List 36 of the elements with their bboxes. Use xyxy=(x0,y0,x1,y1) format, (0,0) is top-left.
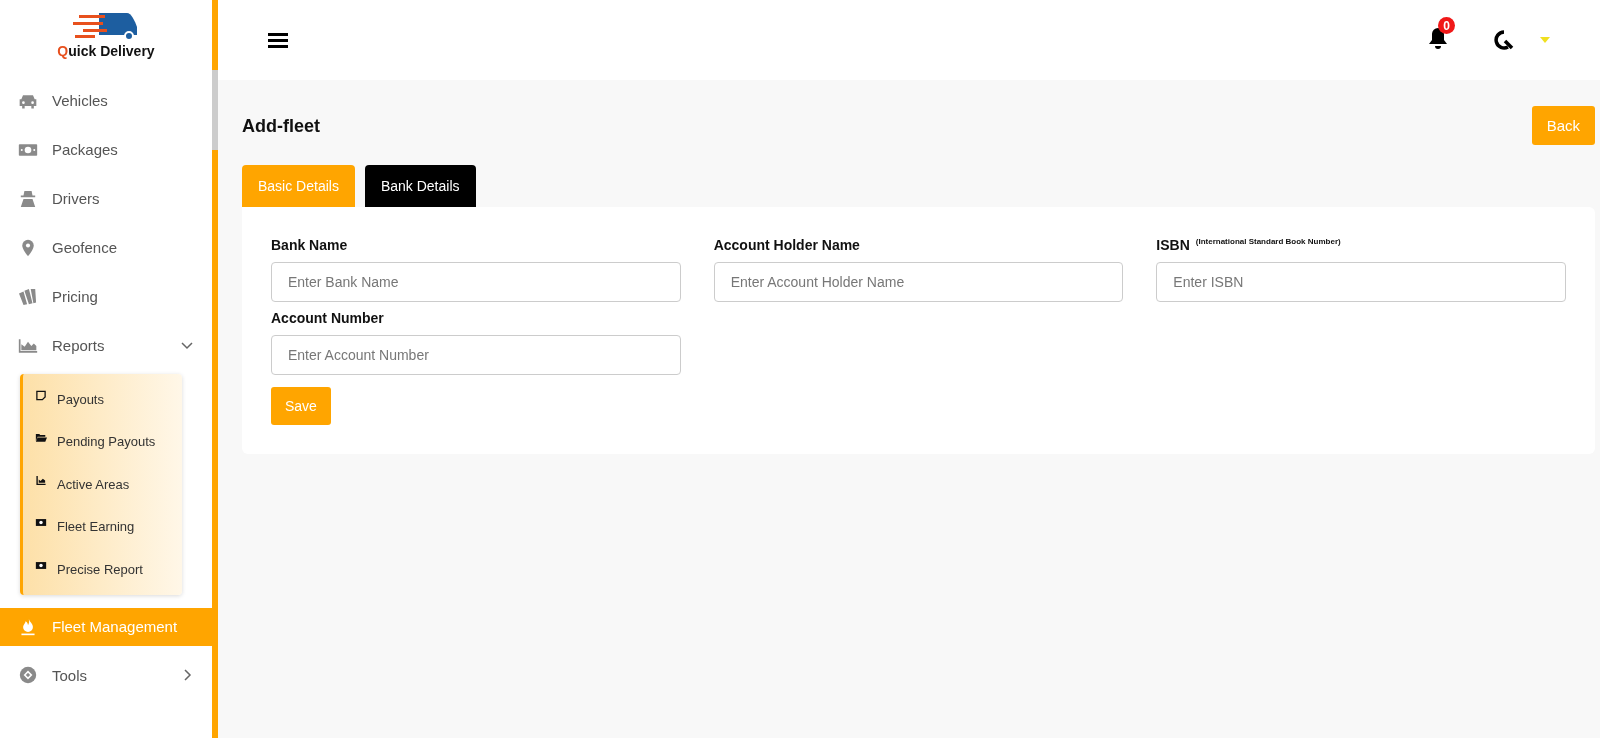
submenu-item[interactable]: Payouts xyxy=(23,378,182,421)
input-field[interactable]: Enter Bank Name xyxy=(271,262,681,302)
field-label: ISBN xyxy=(1156,237,1190,253)
field-note: (International Standard Book Number) xyxy=(1195,237,1341,246)
note-icon xyxy=(35,389,47,401)
tab[interactable]: Bank Details xyxy=(364,165,476,207)
sidebar-item[interactable]: Geofence xyxy=(0,223,212,272)
menu-icon[interactable] xyxy=(268,32,288,48)
money-icon xyxy=(35,517,47,529)
money-icon xyxy=(35,559,47,571)
tools-icon xyxy=(18,666,38,684)
scrollbar-thumb[interactable] xyxy=(212,70,218,150)
sidebar-item[interactable]: Tools xyxy=(0,650,212,700)
flame-icon xyxy=(18,617,38,636)
sidebar-item[interactable]: Packages xyxy=(0,125,212,174)
avatar-icon[interactable] xyxy=(1494,30,1514,50)
sidebar-item[interactable]: Vehicles xyxy=(0,76,212,125)
brand-name: Quick Delivery xyxy=(57,43,155,59)
submenu-item[interactable]: Precise Report xyxy=(23,548,182,591)
page-title: Add-fleet xyxy=(242,116,320,137)
field-label: Bank Name xyxy=(271,237,348,253)
chart-icon xyxy=(35,474,47,486)
submenu-item[interactable]: Fleet Earning xyxy=(23,505,182,548)
input-field[interactable]: Enter Account Number xyxy=(271,335,681,375)
notification-badge: 0 xyxy=(1438,17,1455,34)
submenu-item[interactable]: Active Areas xyxy=(23,463,182,506)
sidebar-item[interactable]: Pricing xyxy=(0,272,212,321)
folder-icon xyxy=(35,432,47,444)
field-label: Account Holder Name xyxy=(713,237,860,253)
sidebar-item[interactable]: Reports xyxy=(0,321,212,370)
sidebar-item[interactable]: Drivers xyxy=(0,174,212,223)
field-label: Account Number xyxy=(271,310,384,326)
input-field[interactable]: Enter ISBN xyxy=(1156,262,1566,302)
area-chart-icon xyxy=(18,336,38,355)
input-field[interactable]: Enter Account Holder Name xyxy=(713,262,1124,302)
submenu-item[interactable]: Pending Payouts xyxy=(23,420,182,463)
